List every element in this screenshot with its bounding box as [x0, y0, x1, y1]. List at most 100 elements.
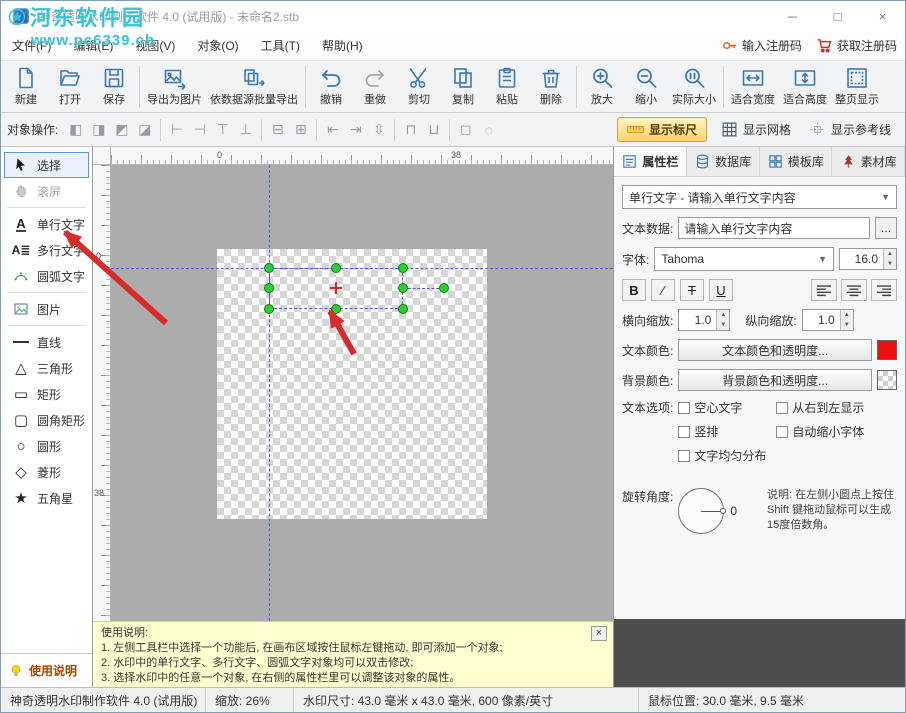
resize-handle-bottom-center[interactable] — [331, 304, 341, 314]
h-scale-arrows[interactable]: ▲ ▼ — [716, 310, 730, 330]
same-height-icon[interactable]: ⊞ — [289, 118, 312, 141]
rotation-dial-dot[interactable] — [720, 508, 727, 514]
resize-handle-top-right[interactable] — [398, 263, 408, 273]
undo-button[interactable]: 撤销 — [309, 63, 353, 111]
italic-button[interactable]: ∕ — [651, 279, 675, 301]
align-left-button[interactable] — [811, 279, 837, 301]
usage-help-button[interactable]: 使用说明 — [1, 653, 92, 687]
resize-handle-top-center[interactable] — [331, 263, 341, 273]
fit-width-button[interactable]: 适合宽度 — [727, 63, 779, 111]
tool-single-line-text[interactable]: A 单行文字 — [4, 211, 89, 237]
batch-export-button[interactable]: 依数据源批量导出 — [206, 63, 302, 111]
font-family-dropdown[interactable]: Tahoma ▼ — [654, 247, 834, 271]
resize-handle-middle-right[interactable] — [398, 283, 408, 293]
text-data-input[interactable]: 请输入单行文字内容 — [678, 217, 870, 239]
redo-button[interactable]: 重做 — [353, 63, 397, 111]
spin-down-icon[interactable]: ▼ — [717, 320, 730, 330]
bold-button[interactable]: B — [622, 279, 646, 301]
distribute-v-icon[interactable]: ⇥ — [344, 118, 367, 141]
export-image-button[interactable]: 导出为图片 — [143, 63, 206, 111]
tool-select[interactable]: 选择 — [4, 152, 89, 178]
tool-arc-text[interactable]: 圆弧文字 — [4, 263, 89, 289]
deselect-icon[interactable]: ◌ — [477, 118, 500, 141]
tool-image[interactable]: 图片 — [4, 296, 89, 322]
font-size-stepper[interactable]: 16.0 ▲ ▼ — [839, 248, 897, 270]
tab-database[interactable]: 数据库 — [687, 147, 760, 176]
menu-edit[interactable]: 编辑(E) — [62, 31, 124, 61]
align-top-icon[interactable]: ⊤ — [211, 118, 234, 141]
option-even-distribution[interactable]: 文字均匀分布 — [678, 447, 770, 464]
underline-button[interactable]: U — [709, 279, 733, 301]
h-scale-stepper[interactable]: 1.0 ▲ ▼ — [678, 309, 731, 331]
resize-handle-middle-left[interactable] — [264, 283, 274, 293]
resize-handle-bottom-right[interactable] — [398, 304, 408, 314]
tool-multi-line-text[interactable]: A≣ 多行文字 — [4, 237, 89, 263]
copy-button[interactable]: 复制 — [441, 63, 485, 111]
align-right-button[interactable] — [871, 279, 897, 301]
rotation-handle[interactable] — [439, 283, 449, 293]
center-canvas-icon[interactable]: ⇳ — [367, 118, 390, 141]
bg-color-swatch[interactable] — [877, 370, 897, 390]
tab-templates[interactable]: 模板库 — [760, 147, 833, 176]
send-back-icon[interactable]: ◪ — [133, 118, 156, 141]
new-button[interactable]: 新建 — [4, 63, 48, 111]
spin-down-icon[interactable]: ▼ — [884, 259, 896, 269]
spin-down-icon[interactable]: ▼ — [840, 320, 853, 330]
menu-help[interactable]: 帮助(H) — [311, 31, 374, 61]
object-type-dropdown[interactable]: 单行文字 - 请输入单行文字内容 ▼ — [622, 185, 897, 209]
tool-rounded-rectangle[interactable]: ▢ 圆角矩形 — [4, 407, 89, 433]
menu-tools[interactable]: 工具(T) — [250, 31, 311, 61]
distribute-h-icon[interactable]: ⇤ — [321, 118, 344, 141]
fit-bottom-icon[interactable]: ⊔ — [422, 118, 445, 141]
open-button[interactable]: 打开 — [48, 63, 92, 111]
text-color-swatch[interactable] — [877, 340, 897, 360]
vertical-guide-line[interactable] — [269, 165, 270, 621]
maximize-button[interactable]: □ — [815, 1, 860, 31]
menu-file[interactable]: 文件(F) — [1, 31, 62, 61]
option-right-to-left[interactable]: 从右到左显示 — [776, 399, 864, 416]
canvas-viewport[interactable] — [111, 165, 613, 621]
show-grid-button[interactable]: 显示网格 — [717, 118, 795, 141]
spin-up-icon[interactable]: ▲ — [840, 310, 853, 320]
option-hollow-text[interactable]: 空心文字 — [678, 399, 770, 416]
tool-rectangle[interactable]: ▭ 矩形 — [4, 381, 89, 407]
close-help-icon[interactable]: × — [591, 626, 607, 641]
checkbox-icon[interactable] — [678, 449, 691, 462]
checkbox-icon[interactable] — [776, 401, 789, 414]
option-vertical-text[interactable]: 竖排 — [678, 423, 770, 440]
minimize-button[interactable]: ─ — [770, 1, 815, 31]
align-left-icon[interactable]: ⊢ — [165, 118, 188, 141]
checkbox-icon[interactable] — [678, 425, 691, 438]
resize-handle-bottom-left[interactable] — [264, 304, 274, 314]
tab-materials[interactable]: 素材库 — [832, 147, 905, 176]
menu-view[interactable]: 视图(V) — [124, 31, 186, 61]
checkbox-icon[interactable] — [678, 401, 691, 414]
text-color-button[interactable]: 文本颜色和透明度... — [678, 339, 872, 361]
spin-up-icon[interactable]: ▲ — [884, 249, 896, 259]
save-button[interactable]: 保存 — [92, 63, 136, 111]
tool-triangle[interactable]: △ 三角形 — [4, 355, 89, 381]
align-bottom-icon[interactable]: ⊥ — [234, 118, 257, 141]
paste-button[interactable]: 粘贴 — [485, 63, 529, 111]
tool-star[interactable]: ★ 五角星 — [4, 485, 89, 511]
font-size-arrows[interactable]: ▲ ▼ — [883, 249, 896, 269]
select-all-icon[interactable]: ◻ — [454, 118, 477, 141]
spin-up-icon[interactable]: ▲ — [717, 310, 730, 320]
group-icon[interactable]: ◧ — [64, 118, 87, 141]
delete-button[interactable]: 删除 — [529, 63, 573, 111]
zoom-in-button[interactable]: 放大 — [580, 63, 624, 111]
text-data-more-button[interactable]: ... — [875, 217, 897, 239]
fit-height-button[interactable]: 适合高度 — [779, 63, 831, 111]
tool-diamond[interactable]: ◇ 菱形 — [4, 459, 89, 485]
ungroup-icon[interactable]: ◨ — [87, 118, 110, 141]
rotation-dial[interactable] — [678, 488, 727, 534]
fit-top-icon[interactable]: ⊓ — [399, 118, 422, 141]
full-page-button[interactable]: 整页显示 — [831, 63, 883, 111]
align-center-button[interactable] — [841, 279, 867, 301]
bring-front-icon[interactable]: ◩ — [110, 118, 133, 141]
bg-color-button[interactable]: 背景颜色和透明度... — [678, 369, 872, 391]
tool-line[interactable]: 直线 — [4, 329, 89, 355]
cut-button[interactable]: 剪切 — [397, 63, 441, 111]
show-ruler-button[interactable]: 显示标尺 — [616, 117, 707, 142]
v-scale-arrows[interactable]: ▲ ▼ — [839, 310, 853, 330]
